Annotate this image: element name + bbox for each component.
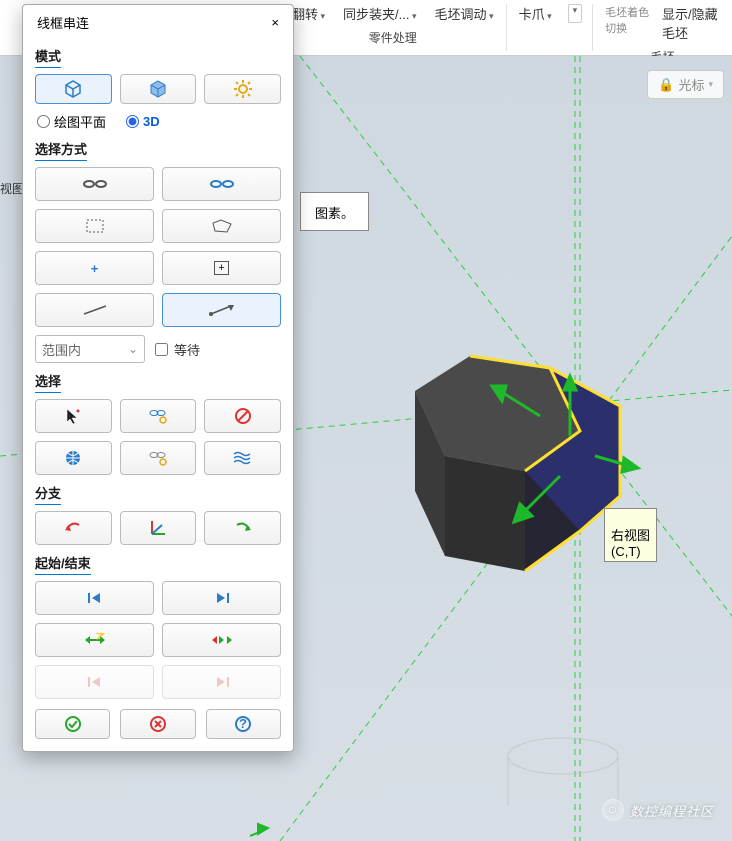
dashed-rect-icon bbox=[85, 218, 105, 234]
branch-back-button[interactable] bbox=[35, 511, 112, 545]
cancel-button[interactable] bbox=[120, 709, 195, 739]
select-global-button[interactable] bbox=[35, 441, 112, 475]
polygon-icon bbox=[211, 218, 233, 234]
wechat-icon: ⊙ bbox=[602, 799, 624, 821]
check-icon bbox=[64, 715, 82, 733]
mode-settings-button[interactable] bbox=[204, 74, 281, 104]
chain-closed-button[interactable] bbox=[162, 167, 281, 201]
cube-solid-icon bbox=[147, 78, 169, 100]
section-mode: 模式 bbox=[35, 46, 281, 68]
window-select-button[interactable] bbox=[35, 209, 154, 243]
section-select-method: 选择方式 bbox=[35, 139, 281, 161]
ribbon-item-stock-move[interactable]: 毛坯调动 bbox=[433, 4, 496, 23]
flip-end-button[interactable] bbox=[162, 623, 281, 657]
flip-both-icon bbox=[210, 633, 234, 647]
skip-start-disabled-button bbox=[35, 665, 154, 699]
select-chain-gear2-button[interactable] bbox=[120, 441, 197, 475]
no-entry-icon bbox=[234, 407, 252, 425]
ribbon-item-chuck-dd[interactable]: ▾ bbox=[568, 4, 583, 23]
undo-arrow-icon bbox=[63, 521, 83, 535]
ribbon-item-flip[interactable]: 翻转 bbox=[290, 4, 327, 23]
mode-solid-button[interactable] bbox=[120, 74, 197, 104]
view-tooltip: 右视图(C,T) bbox=[604, 508, 657, 562]
svg-text:⚡: ⚡ bbox=[93, 633, 107, 641]
chain-icon bbox=[80, 176, 110, 192]
close-icon[interactable]: × bbox=[271, 15, 279, 30]
redo-arrow-icon bbox=[233, 521, 253, 535]
branch-forward-button[interactable] bbox=[204, 511, 281, 545]
cursor-label: 光标 bbox=[678, 75, 704, 94]
select-chain-settings-button[interactable] bbox=[120, 399, 197, 433]
svg-text:?: ? bbox=[239, 716, 247, 731]
chevron-down-icon: ▾ bbox=[708, 79, 713, 90]
help-icon: ? bbox=[234, 715, 252, 733]
chain-gear2-icon bbox=[147, 449, 169, 467]
wait-checkbox[interactable]: 等待 bbox=[155, 340, 200, 359]
mode-wireframe-button[interactable] bbox=[35, 74, 112, 104]
chain-gear-icon bbox=[147, 407, 169, 425]
waves-icon bbox=[232, 450, 254, 466]
axes-icon bbox=[149, 519, 167, 537]
chain-filled-icon bbox=[207, 176, 237, 192]
skip-end-disabled-button bbox=[162, 665, 281, 699]
arrow-cursor-icon bbox=[64, 407, 82, 425]
line-button[interactable] bbox=[35, 293, 154, 327]
ok-button[interactable] bbox=[35, 709, 110, 739]
ribbon-item-stock-showhide[interactable]: 显示/隐藏毛坯 bbox=[660, 4, 722, 42]
wireframe-chain-dialog: 线框串连 × 模式 绘图平面 3D 选择方式 + + 范围内 等待 bbox=[22, 4, 294, 752]
ribbon-item-stock-color[interactable]: 毛坯着色切换 bbox=[603, 4, 654, 42]
section-branches: 分支 bbox=[35, 483, 281, 505]
vector-icon bbox=[208, 303, 236, 317]
skip-start-button[interactable] bbox=[35, 581, 154, 615]
selection-hint: 图素。 bbox=[300, 192, 369, 231]
flip-start-icon: ⚡ bbox=[83, 633, 107, 647]
range-combo[interactable]: 范围内 bbox=[35, 335, 145, 363]
section-selection: 选择 bbox=[35, 371, 281, 393]
skip-end-button[interactable] bbox=[162, 581, 281, 615]
select-deny-button[interactable] bbox=[204, 399, 281, 433]
add-point-button[interactable]: + bbox=[162, 251, 281, 285]
polygon-select-button[interactable] bbox=[162, 209, 281, 243]
skip-fwd-icon bbox=[213, 591, 231, 605]
skip-back-icon bbox=[86, 591, 104, 605]
help-button[interactable]: ? bbox=[206, 709, 281, 739]
select-arrow-button[interactable] bbox=[35, 399, 112, 433]
lock-icon: 🔒 bbox=[658, 77, 674, 93]
radio-plane[interactable]: 绘图平面 bbox=[37, 112, 106, 131]
plus-icon: + bbox=[91, 261, 99, 276]
chain-open-button[interactable] bbox=[35, 167, 154, 201]
globe-icon bbox=[64, 449, 82, 467]
dialog-title: 线框串连 bbox=[37, 13, 89, 32]
select-waves-button[interactable] bbox=[204, 441, 281, 475]
line-icon bbox=[81, 303, 109, 317]
ribbon-item-sync[interactable]: 同步装夹/... bbox=[341, 4, 418, 23]
cursor-lock-button[interactable]: 🔒 光标 ▾ bbox=[647, 70, 724, 99]
vector-button[interactable] bbox=[162, 293, 281, 327]
branch-axes-button[interactable] bbox=[120, 511, 197, 545]
gear-icon bbox=[233, 79, 253, 99]
skip-back-red-icon bbox=[86, 675, 104, 689]
ribbon-item-chuck[interactable]: 卡爪 bbox=[517, 4, 554, 23]
left-panel-sliver: 视图 bbox=[0, 180, 24, 197]
watermark: ⊙ 数控编程社区 bbox=[602, 799, 714, 821]
skip-fwd-red-icon bbox=[213, 675, 231, 689]
flip-start-button[interactable]: ⚡ bbox=[35, 623, 154, 657]
x-circle-icon bbox=[149, 715, 167, 733]
single-point-button[interactable]: + bbox=[35, 251, 154, 285]
radio-3d[interactable]: 3D bbox=[126, 114, 160, 129]
cube-wire-icon bbox=[62, 78, 84, 100]
plus-box-icon: + bbox=[214, 261, 228, 275]
section-startend: 起始/结束 bbox=[35, 553, 281, 575]
ribbon-group-label-part: 零件处理 bbox=[369, 29, 417, 46]
